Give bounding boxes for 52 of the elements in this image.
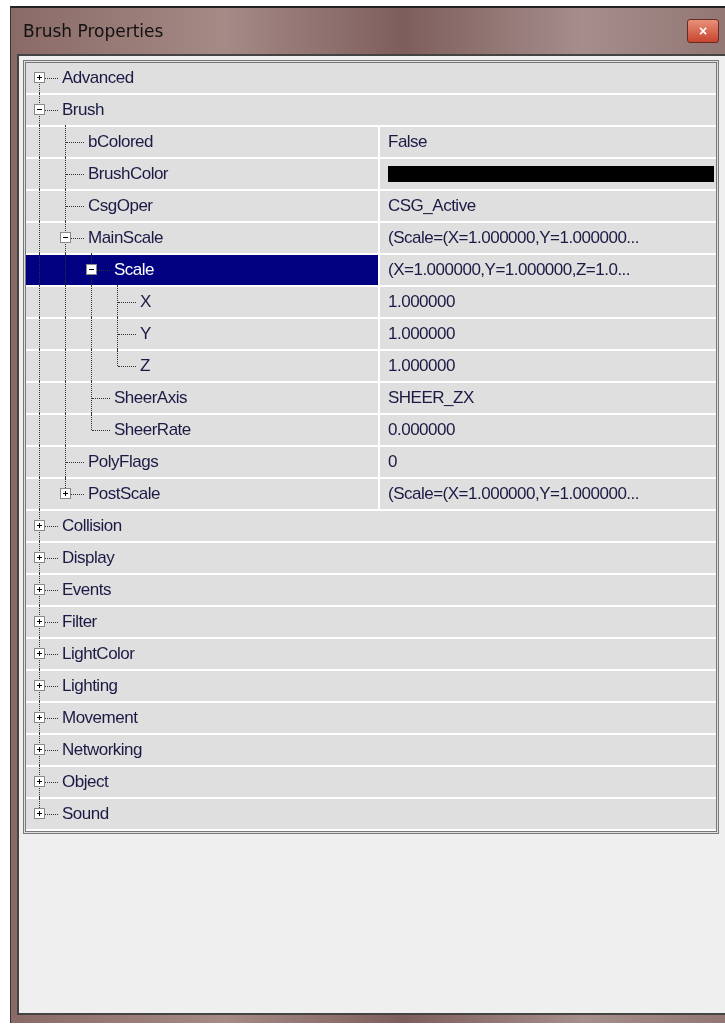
window-title: Brush Properties bbox=[23, 21, 164, 41]
expand-icon[interactable] bbox=[34, 744, 45, 755]
expand-icon[interactable] bbox=[34, 776, 45, 787]
property-name[interactable]: Lighting bbox=[60, 675, 120, 697]
expand-icon[interactable] bbox=[34, 616, 45, 627]
property-value[interactable]: 1.000000 bbox=[380, 319, 716, 349]
property-name[interactable]: Z bbox=[138, 355, 152, 377]
expand-icon[interactable] bbox=[34, 72, 45, 83]
property-value[interactable]: 0 bbox=[380, 447, 716, 477]
expand-icon[interactable] bbox=[34, 808, 45, 819]
collapse-icon[interactable] bbox=[34, 104, 45, 115]
expand-icon[interactable] bbox=[34, 520, 45, 531]
property-value[interactable]: 1.000000 bbox=[380, 287, 716, 317]
property-name[interactable]: bColored bbox=[86, 131, 155, 153]
property-value[interactable]: (Scale=(X=1.000000,Y=1.000000... bbox=[380, 223, 716, 253]
property-name[interactable]: Movement bbox=[60, 707, 140, 729]
property-value[interactable]: SHEER_ZX bbox=[380, 383, 716, 413]
color-swatch[interactable] bbox=[388, 166, 714, 182]
property-name[interactable]: Sound bbox=[60, 803, 111, 825]
property-value[interactable]: (X=1.000000,Y=1.000000,Z=1.0... bbox=[380, 255, 716, 285]
property-name[interactable]: Scale bbox=[112, 259, 157, 281]
property-name[interactable]: X bbox=[138, 291, 153, 313]
property-value[interactable]: (Scale=(X=1.000000,Y=1.000000... bbox=[380, 479, 716, 509]
property-name[interactable]: LightColor bbox=[60, 643, 137, 665]
property-name[interactable]: Advanced bbox=[60, 67, 136, 89]
property-name[interactable]: BrushColor bbox=[86, 163, 171, 185]
property-name[interactable]: Networking bbox=[60, 739, 145, 761]
expand-icon[interactable] bbox=[34, 712, 45, 723]
property-name[interactable]: SheerRate bbox=[112, 419, 193, 441]
property-name[interactable]: PolyFlags bbox=[86, 451, 161, 473]
property-name[interactable]: Y bbox=[138, 323, 153, 345]
property-value[interactable]: 1.000000 bbox=[380, 351, 716, 381]
property-name[interactable]: Display bbox=[60, 547, 117, 569]
property-value[interactable]: CSG_Active bbox=[380, 191, 716, 221]
property-value[interactable]: False bbox=[380, 127, 716, 157]
collapse-icon[interactable] bbox=[86, 264, 97, 275]
property-name[interactable]: MainScale bbox=[86, 227, 165, 249]
property-name[interactable]: PostScale bbox=[86, 483, 163, 505]
expand-icon[interactable] bbox=[34, 552, 45, 563]
property-name[interactable]: Filter bbox=[60, 611, 99, 633]
expand-icon[interactable] bbox=[34, 584, 45, 595]
expand-icon[interactable] bbox=[34, 680, 45, 691]
property-name[interactable]: Brush bbox=[60, 99, 106, 121]
expand-icon[interactable] bbox=[34, 648, 45, 659]
property-name[interactable]: SheerAxis bbox=[112, 387, 189, 409]
property-name[interactable]: Collision bbox=[60, 515, 124, 537]
property-name[interactable]: Events bbox=[60, 579, 113, 601]
collapse-icon[interactable] bbox=[60, 232, 71, 243]
property-name[interactable]: Object bbox=[60, 771, 111, 793]
expand-icon[interactable] bbox=[60, 488, 71, 499]
property-name[interactable]: CsgOper bbox=[86, 195, 155, 217]
property-value[interactable]: 0.000000 bbox=[380, 415, 716, 445]
